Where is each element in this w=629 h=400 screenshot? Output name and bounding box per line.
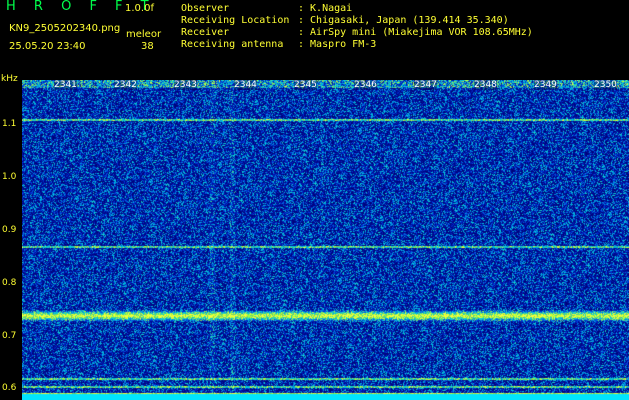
y-tick-label: 0.7 (2, 330, 17, 341)
time-label: 2345 (294, 80, 317, 90)
count-label: 38 (141, 41, 154, 52)
spectrogram-heatmap (22, 80, 629, 400)
receiver-label: Receiver (181, 27, 230, 38)
time-label: 2341 (54, 80, 77, 90)
y-tick-label: 1.1 (2, 118, 17, 129)
location-label: Receiving Location (181, 15, 290, 26)
station-name-label: meleor (126, 29, 162, 40)
time-label: 2349 (534, 80, 557, 90)
antenna-label: Receiving antenna (181, 39, 284, 50)
time-label: 2350 (594, 80, 617, 90)
version-label: 1.0.0f (125, 3, 154, 14)
time-label: 2343 (174, 80, 197, 90)
location-value: : Chigasaki, Japan (139.414 35.340) (298, 15, 509, 26)
filename-label: KN9_2505202340.png (9, 23, 121, 34)
receiver-value: : AirSpy mini (Miakejima VOR 108.65MHz) (298, 27, 533, 38)
antenna-value: : Maspro FM-3 (298, 39, 377, 50)
time-label: 2346 (354, 80, 377, 90)
y-tick-label: 0.8 (2, 277, 17, 288)
time-label: 2347 (414, 80, 437, 90)
time-label: 2342 (114, 80, 137, 90)
hrofft-screen: H R O F F T 1.0.0f KN9_2505202340.png me… (0, 0, 629, 400)
time-label: 2344 (234, 80, 257, 90)
observer-label: Observer (181, 3, 230, 14)
y-tick-label: 1.0 (2, 171, 17, 182)
observer-value: : K.Nagai (298, 3, 353, 14)
y-axis-labels: 1.1 1.0 0.9 0.8 0.7 0.6 (0, 0, 22, 400)
y-tick-label: 0.9 (2, 224, 17, 235)
y-tick-label: 0.6 (2, 383, 17, 394)
time-label: 2348 (474, 80, 497, 90)
